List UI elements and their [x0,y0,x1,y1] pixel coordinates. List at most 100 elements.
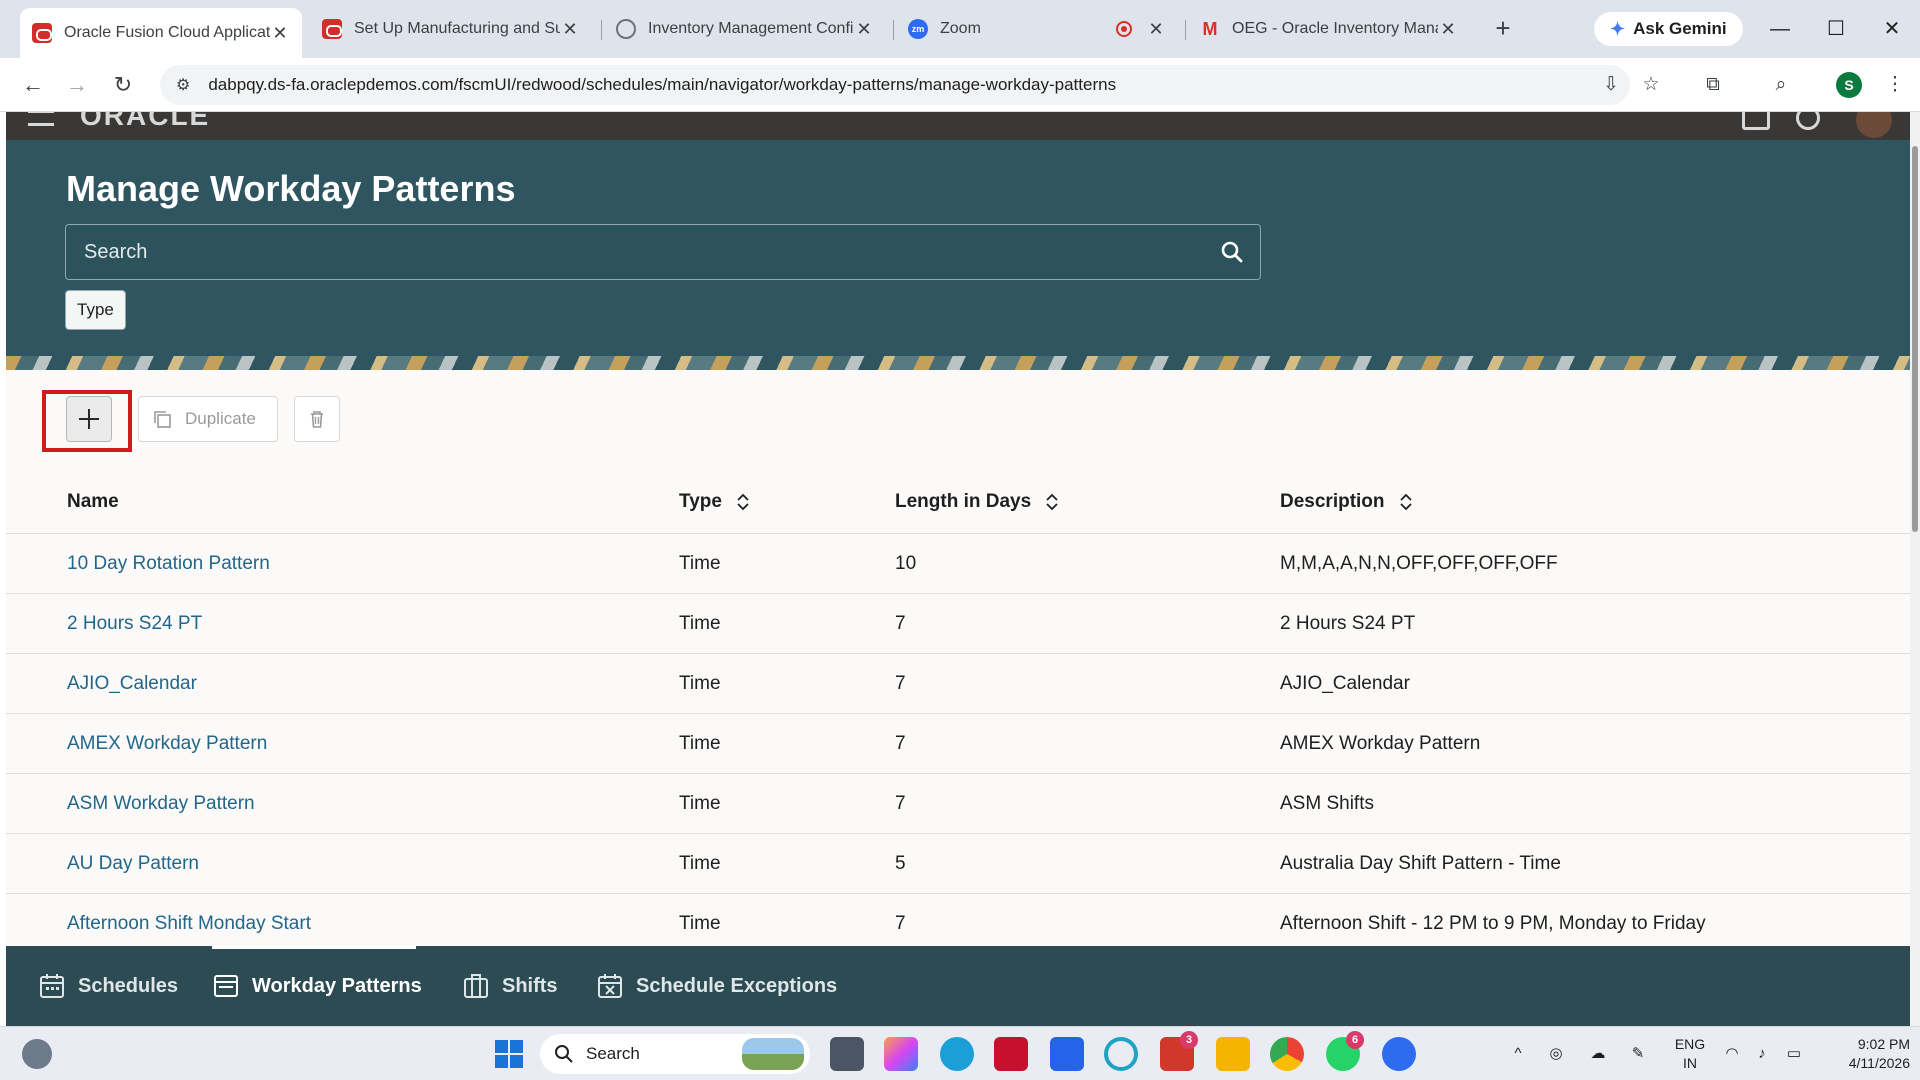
close-tab-icon[interactable]: ✕ [270,23,290,44]
battery-icon[interactable]: ▭ [1780,1037,1808,1071]
close-tab-icon[interactable]: ✕ [560,19,580,40]
input-language-indicator[interactable]: ENG IN [1670,1035,1710,1073]
minimize-icon[interactable]: — [1760,12,1800,46]
table-row[interactable]: AU Day Pattern Time 5 Australia Day Shif… [6,834,1910,894]
sort-icon[interactable] [1399,492,1413,512]
search-icon[interactable] [1204,225,1260,279]
table-row[interactable]: ASM Workday Pattern Time 7 ASM Shifts [6,774,1910,834]
file-explorer-icon[interactable] [1216,1037,1250,1071]
sort-icon[interactable] [736,492,750,512]
maximize-icon[interactable]: ☐ [1816,12,1856,46]
hamburger-menu-icon[interactable] [28,112,54,126]
table-row[interactable]: Afternoon Shift Monday Start Time 7 Afte… [6,894,1910,946]
tab-separator [893,20,894,40]
table-row[interactable]: AMEX Workday Pattern Time 7 AMEX Workday… [6,714,1910,774]
nav-schedules[interactable]: Schedules [38,946,178,1026]
globe-icon [616,19,636,39]
copilot-icon[interactable] [884,1037,918,1071]
address-bar[interactable]: ⚙ dabpqy.ds-fa.oraclepdemos.com/fscmUI/r… [160,65,1630,105]
pattern-length: 7 [895,673,906,694]
column-header-name[interactable]: Name [67,470,119,534]
taskbar-search-box[interactable]: Search [540,1034,810,1074]
tab-setup-manufacturing[interactable]: Set Up Manufacturing and Sup ✕ [310,10,592,48]
pattern-name-link[interactable]: 2 Hours S24 PT [67,594,202,654]
pattern-name-link[interactable]: ASM Workday Pattern [67,774,255,834]
pattern-name-link[interactable]: AU Day Pattern [67,834,199,894]
new-tab-icon[interactable]: + [1488,14,1518,44]
chrome-icon[interactable] [1270,1037,1304,1071]
pattern-description: Australia Day Shift Pattern - Time [1280,853,1561,874]
search-bar[interactable] [65,224,1261,280]
edge-browser-icon[interactable] [940,1037,974,1071]
site-info-icon[interactable]: ⚙ [176,75,190,95]
kebab-menu-icon[interactable]: ⋮ [1878,68,1912,102]
onedrive-cloud-icon[interactable]: ☁ [1584,1037,1612,1071]
type-filter-chip[interactable]: Type [65,290,126,330]
close-tab-icon[interactable]: ✕ [1438,19,1458,40]
pattern-name-link[interactable]: 10 Day Rotation Pattern [67,534,270,594]
user-avatar[interactable] [1856,112,1892,138]
tab-oracle-fusion[interactable]: Oracle Fusion Cloud Applicatio ✕ [20,8,302,58]
forward-arrow-icon[interactable]: → [60,68,94,102]
lang-code: ENG [1674,1036,1706,1052]
notifications-icon[interactable] [1742,112,1770,130]
volume-icon[interactable]: ♪ [1748,1037,1776,1071]
column-header-description[interactable]: Description [1280,470,1413,534]
search-icon [555,1045,573,1063]
reload-icon[interactable]: ↻ [106,68,140,102]
oracle-logo[interactable]: ORACLE [80,112,210,132]
profile-avatar[interactable]: S [1836,72,1862,98]
taskbar-clock[interactable]: 9:02 PM 4/11/2026 [1814,1035,1910,1073]
pattern-name-link[interactable]: AMEX Workday Pattern [67,714,267,774]
alexa-icon[interactable] [1104,1037,1138,1071]
tab-oeg-inventory[interactable]: M OEG - Oracle Inventory Manag ✕ [1188,10,1470,48]
pattern-type: Time [679,793,721,814]
pattern-type: Time [679,613,721,634]
close-tab-icon[interactable]: ✕ [1146,19,1166,40]
column-header-length[interactable]: Length in Days [895,470,1059,534]
extensions-puzzle-icon[interactable]: ⧉ [1696,68,1730,102]
add-button[interactable] [66,396,112,442]
lang-region: IN [1683,1055,1697,1071]
pattern-name-link[interactable]: AJIO_Calendar [67,654,197,714]
close-window-icon[interactable]: ✕ [1872,12,1912,46]
duplicate-button[interactable]: Duplicate [138,396,278,442]
microsoft-store-icon[interactable] [1050,1037,1084,1071]
weather-widget-icon[interactable] [22,1039,52,1069]
gemini-sparkle-icon: ✦ [1610,18,1626,39]
task-view-icon[interactable] [830,1037,864,1071]
table-row[interactable]: 2 Hours S24 PT Time 7 2 Hours S24 PT [6,594,1910,654]
pattern-type: Time [679,673,721,694]
tab-inventory-config[interactable]: Inventory Management Config ✕ [604,10,886,48]
search-highlight-image [742,1038,804,1070]
tray-chevron-up-icon[interactable]: ^ [1504,1037,1532,1071]
page-scrollbar-thumb[interactable] [1912,146,1918,532]
tab-search-icon[interactable]: ⌕ [1764,68,1798,102]
nav-workday-patterns[interactable]: Workday Patterns [212,946,422,1026]
mcafee-icon[interactable] [994,1037,1028,1071]
tab-title: Zoom [940,20,981,37]
tray-sync-icon[interactable]: ◎ [1542,1037,1570,1071]
install-app-icon[interactable]: ⇩ [1594,68,1628,102]
column-header-type[interactable]: Type [679,470,750,534]
nav-shifts[interactable]: Shifts [462,946,558,1026]
back-arrow-icon[interactable]: ← [16,68,50,102]
sort-icon[interactable] [1045,492,1059,512]
settings-icon[interactable] [1796,112,1820,130]
ask-gemini-button[interactable]: ✦ Ask Gemini [1594,12,1743,46]
pattern-name-link[interactable]: Afternoon Shift Monday Start [67,894,311,946]
zoom-app-icon[interactable] [1382,1037,1416,1071]
table-row[interactable]: 10 Day Rotation Pattern Time 10 M,M,A,A,… [6,534,1910,594]
pen-input-icon[interactable]: ✎ [1624,1037,1652,1071]
wifi-icon[interactable]: ◠ [1718,1037,1746,1071]
windows-taskbar: Search 3 6 ^ ◎ ☁ ✎ ENG IN ◠ ♪ ▭ 9:02 PM … [0,1026,1920,1080]
nav-schedule-exceptions[interactable]: Schedule Exceptions [596,946,837,1026]
bookmark-star-icon[interactable]: ☆ [1634,68,1668,102]
delete-button[interactable] [294,396,340,442]
windows-start-icon[interactable] [492,1037,526,1071]
tab-title: Set Up Manufacturing and Sup [354,20,560,37]
close-tab-icon[interactable]: ✕ [854,19,874,40]
tab-zoom[interactable]: zm Zoom ✕ [896,10,1178,48]
search-input[interactable] [84,240,1204,264]
table-row[interactable]: AJIO_Calendar Time 7 AJIO_Calendar [6,654,1910,714]
